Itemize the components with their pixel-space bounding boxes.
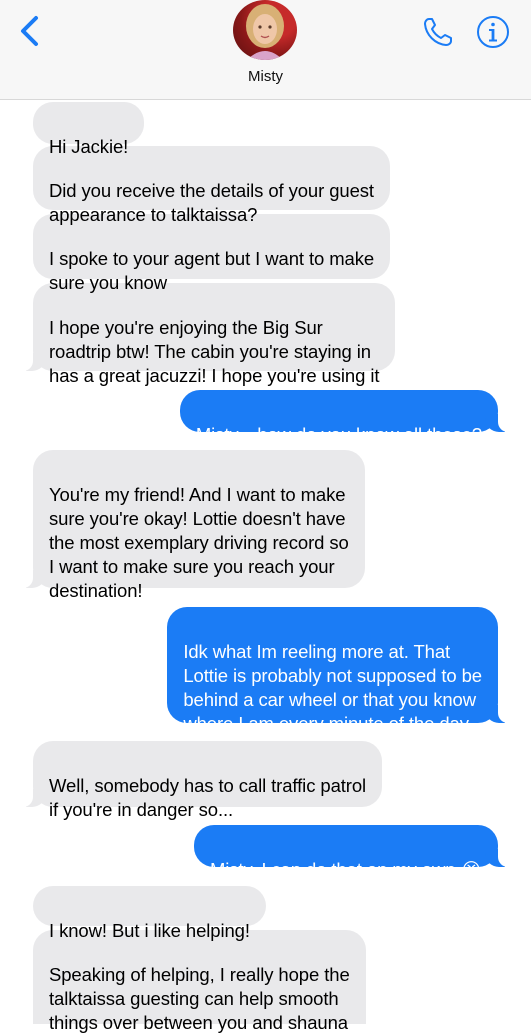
chevron-left-icon[interactable]	[16, 14, 46, 50]
contact-name[interactable]: Misty	[0, 68, 531, 85]
message-text: Hi Jackie!	[49, 136, 129, 157]
message-text: You're my friend! And I want to make sur…	[49, 484, 349, 601]
info-icon[interactable]	[475, 14, 511, 50]
message-text: Well, somebody has to call traffic patro…	[49, 775, 367, 820]
message-bubble-incoming[interactable]: Speaking of helping, I really hope the t…	[33, 930, 366, 1033]
message-bubble-incoming[interactable]: Well, somebody has to call traffic patro…	[20, 741, 383, 820]
avatar[interactable]	[233, 0, 297, 60]
message-text: Speaking of helping, I really hope the t…	[49, 964, 350, 1033]
message-bubble-incoming[interactable]: You're my friend! And I want to make sur…	[21, 450, 365, 601]
message-text: I hope you're enjoying the Big Sur roadt…	[49, 317, 380, 386]
message-text: Misty, I can do that on my own 😭	[209, 859, 482, 880]
phone-icon[interactable]	[420, 14, 456, 50]
message-bubble-outgoing[interactable]: Misty, I can do that on my own 😭	[193, 825, 511, 880]
message-bubble-incoming[interactable]: I know! But i like helping!	[33, 886, 266, 941]
message-text: Idk what Im reeling more at. That Lottie…	[183, 641, 482, 734]
message-bubble-incoming[interactable]: Hi Jackie!	[33, 102, 145, 157]
message-bubble-outgoing[interactable]: Misty... how do you know all these?	[179, 390, 511, 445]
message-text: I know! But i like helping!	[49, 920, 250, 941]
message-bubble-outgoing[interactable]: Idk what Im reeling more at. That Lottie…	[167, 607, 510, 734]
message-text: Misty... how do you know all these?	[195, 424, 482, 445]
conversation-header: Misty	[0, 0, 531, 100]
message-bubble-incoming[interactable]: I hope you're enjoying the Big Sur roadt…	[20, 283, 396, 386]
